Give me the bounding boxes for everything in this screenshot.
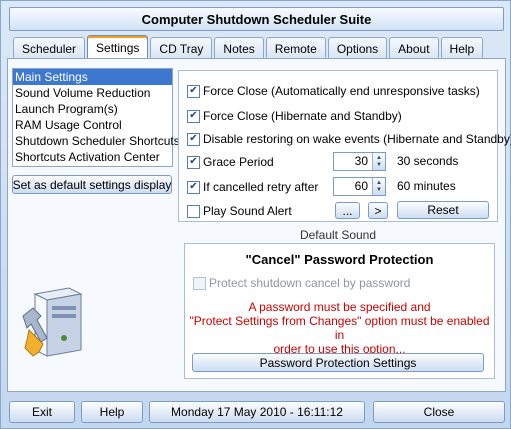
help-button[interactable]: Help [81, 401, 143, 423]
tab-settings[interactable]: Settings [87, 35, 149, 59]
spin-up-icon[interactable]: ▲ [376, 180, 382, 187]
spin-down-icon[interactable]: ▼ [376, 162, 382, 169]
settings-category-list[interactable]: Main Settings Sound Volume Reduction Lau… [12, 68, 180, 167]
list-item-ram-usage[interactable]: RAM Usage Control [13, 117, 172, 133]
window-title: Computer Shutdown Scheduler Suite [9, 7, 504, 31]
retry-value[interactable]: 60 [334, 178, 372, 195]
close-button[interactable]: Close [373, 401, 505, 423]
retry-unit: 60 minutes [397, 179, 456, 193]
password-protection-settings-button[interactable]: Password Protection Settings [192, 353, 484, 372]
sound-alert-checkbox[interactable] [187, 204, 200, 218]
tab-bar: Scheduler Settings CD Tray Notes Remote … [13, 35, 485, 59]
force-close-hibernate-label: Force Close (Hibernate and Standby) [203, 109, 402, 123]
grace-period-label: Grace Period [203, 155, 274, 169]
tab-cd-tray[interactable]: CD Tray [150, 37, 213, 59]
spin-up-icon[interactable]: ▲ [376, 155, 382, 162]
app-window: Computer Shutdown Scheduler Suite Schedu… [0, 0, 511, 429]
disable-restore-label: Disable restoring on wake events (Hibern… [203, 132, 511, 146]
list-item-launch-programs[interactable]: Launch Program(s) [13, 101, 172, 117]
datetime-display: Monday 17 May 2010 - 16:11:12 [149, 401, 365, 423]
set-default-button[interactable]: Set as default settings display [12, 175, 172, 194]
grace-period-stepper[interactable]: 30 ▲ ▼ [333, 152, 386, 171]
protect-cancel-label: Protect shutdown cancel by password [209, 276, 411, 290]
password-section-title: "Cancel" Password Protection [245, 252, 434, 267]
force-close-label: Force Close (Automatically end unrespons… [203, 84, 480, 98]
exit-button[interactable]: Exit [9, 401, 75, 423]
force-close-option[interactable]: ✔ Force Close (Automatically end unrespo… [187, 83, 480, 99]
force-close-hibernate-checkbox[interactable]: ✔ [187, 109, 200, 123]
list-item-activation-center[interactable]: Shortcuts Activation Center [13, 149, 172, 165]
browse-sound-button[interactable]: ... [335, 202, 360, 219]
default-sound-label: Default Sound [299, 228, 377, 242]
stepper-arrows-icon[interactable]: ▲ ▼ [372, 153, 385, 170]
play-sound-button[interactable]: > [368, 202, 388, 219]
protect-cancel-checkbox [193, 276, 206, 290]
stepper-arrows-icon[interactable]: ▲ ▼ [372, 178, 385, 195]
tab-remote[interactable]: Remote [265, 37, 326, 59]
sound-alert-label: Play Sound Alert [203, 204, 292, 218]
list-item-shortcuts[interactable]: Shutdown Scheduler Shortcuts [13, 133, 180, 149]
grace-period-unit: 30 seconds [397, 154, 459, 168]
tab-about[interactable]: About [389, 37, 439, 59]
retry-label: If cancelled retry after [203, 180, 319, 194]
tab-options[interactable]: Options [327, 37, 388, 59]
reset-button[interactable]: Reset [397, 201, 489, 219]
computer-tools-icon [22, 287, 83, 357]
password-warning: A password must be specified and "Protec… [184, 300, 495, 356]
list-item-main-settings[interactable]: Main Settings [13, 69, 172, 85]
protect-cancel-option: Protect shutdown cancel by password [193, 275, 410, 291]
list-item-sound-volume[interactable]: Sound Volume Reduction [13, 85, 172, 101]
spin-down-icon[interactable]: ▼ [376, 187, 382, 194]
password-warning-line1: A password must be specified and [248, 300, 431, 314]
password-warning-line2: "Protect Settings from Changes" option m… [189, 314, 490, 342]
retry-stepper[interactable]: 60 ▲ ▼ [333, 177, 386, 196]
retry-option[interactable]: ✔ If cancelled retry after [187, 179, 318, 195]
sound-alert-option[interactable]: Play Sound Alert [187, 203, 292, 219]
tab-scheduler[interactable]: Scheduler [13, 37, 86, 59]
grace-period-value[interactable]: 30 [334, 153, 372, 170]
tab-notes[interactable]: Notes [214, 37, 264, 59]
retry-checkbox[interactable]: ✔ [187, 180, 200, 194]
force-close-hibernate-option[interactable]: ✔ Force Close (Hibernate and Standby) [187, 108, 402, 124]
grace-period-option[interactable]: ✔ Grace Period [187, 154, 274, 170]
grace-period-checkbox[interactable]: ✔ [187, 155, 200, 169]
disable-restore-checkbox[interactable]: ✔ [187, 132, 200, 146]
force-close-checkbox[interactable]: ✔ [187, 84, 200, 98]
disable-restore-option[interactable]: ✔ Disable restoring on wake events (Hibe… [187, 131, 511, 147]
tab-help[interactable]: Help [440, 37, 484, 59]
